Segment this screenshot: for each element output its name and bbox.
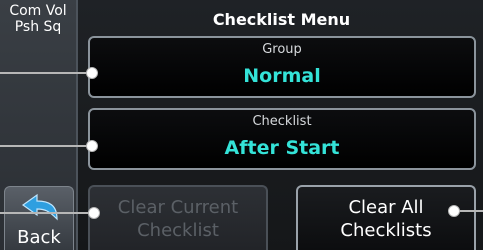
group-button[interactable]: Group Normal [88, 36, 476, 98]
callout-dot-clear-all [448, 205, 460, 217]
clear-current-label-line1: Clear Current [117, 197, 239, 218]
callout-line-checklist [0, 145, 90, 147]
clear-current-label-line2: Checklist [137, 220, 219, 241]
back-label: Back [17, 227, 61, 248]
com-vol-button[interactable]: Com Vol Psh Sq [0, 0, 76, 44]
checklist-value: After Start [224, 137, 340, 159]
back-arrow-icon [21, 193, 58, 221]
callout-dot-clear-current [88, 207, 100, 219]
checklist-label: Checklist [252, 114, 312, 129]
com-vol-label-line2: Psh Sq [14, 19, 62, 35]
callout-dot-checklist [86, 140, 98, 152]
group-value: Normal [243, 65, 321, 87]
page-title: Checklist Menu [212, 10, 351, 29]
callout-line-group [0, 72, 90, 74]
clear-all-checklists-button[interactable]: Clear All Checklists [296, 185, 476, 250]
clear-all-label-line2: Checklists [340, 220, 432, 241]
back-button[interactable]: Back [4, 186, 74, 250]
checklist-button[interactable]: Checklist After Start [88, 108, 476, 170]
group-label: Group [262, 42, 302, 57]
clear-current-checklist-button[interactable]: Clear Current Checklist [88, 185, 268, 250]
callout-dot-group [86, 67, 98, 79]
callout-line-clear-current [0, 212, 92, 214]
com-vol-label-line1: Com Vol [9, 3, 67, 19]
